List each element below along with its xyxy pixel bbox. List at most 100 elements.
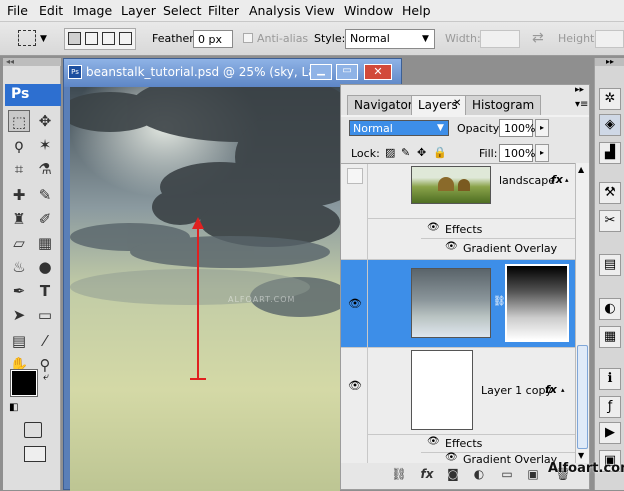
lock-transparency-icon[interactable]: ▨ [385, 146, 395, 159]
tab-histogram[interactable]: Histogram [465, 95, 542, 115]
menu-filter[interactable]: Filter [208, 3, 239, 18]
visibility-toggle-empty[interactable] [347, 168, 363, 184]
fx-icon[interactable]: fx [551, 173, 563, 186]
chevron-down-icon[interactable]: ▼ [40, 34, 47, 44]
notes-tool-icon[interactable]: ▤ [8, 330, 30, 352]
subtract-selection-icon[interactable] [102, 32, 115, 45]
adjustment-layer-icon[interactable]: ◐ [469, 467, 489, 485]
magic-wand-tool-icon[interactable]: ✶ [34, 134, 56, 156]
tab-navigator[interactable]: Navigator [347, 95, 420, 115]
menu-layer[interactable]: Layer [121, 3, 156, 18]
layer-row-sky-selected[interactable]: 👁 ⛓ [341, 260, 575, 348]
layers-scrollbar[interactable]: ▲ ▼ [575, 163, 589, 463]
add-style-icon[interactable]: fx [417, 467, 437, 485]
width-input[interactable] [480, 30, 520, 48]
healing-brush-icon[interactable]: ✚ [8, 184, 30, 206]
layer-row-layer-1-copy[interactable]: 👁 Layer 1 copy fx ▴ 👁 Effects 👁 Gradient… [341, 348, 575, 463]
menu-image[interactable]: Image [73, 3, 112, 18]
fill-input[interactable]: 100% [499, 144, 535, 162]
histogram-panel-icon[interactable]: ▟ [599, 142, 621, 164]
menu-edit[interactable]: Edit [39, 3, 63, 18]
menu-file[interactable]: File [7, 3, 28, 18]
type-tool-icon[interactable]: T [34, 280, 56, 302]
navigator-panel-icon[interactable]: ✲ [599, 88, 621, 110]
fx-icon[interactable]: fx [545, 383, 557, 396]
brush-tool-icon[interactable]: ✎ [34, 184, 56, 206]
menu-help[interactable]: Help [402, 3, 431, 18]
intersect-selection-icon[interactable] [119, 32, 132, 45]
layer-mask-thumbnail[interactable] [505, 264, 569, 342]
eyedropper-icon[interactable]: ⁄ [34, 330, 56, 352]
panel-collapse-icon[interactable]: ▸▸ [575, 85, 584, 95]
default-colors-icon[interactable]: ◧ [9, 402, 18, 413]
layer-row-landscape[interactable]: landscape fx ▴ 👁 Effects 👁 Gradient Over… [341, 164, 575, 260]
history-brush-icon[interactable]: ✐ [34, 208, 56, 230]
dodge-tool-icon[interactable]: ● [34, 256, 56, 278]
quick-mask-icon[interactable] [24, 422, 42, 438]
new-layer-icon[interactable]: ▣ [523, 467, 543, 485]
scroll-down-icon[interactable]: ▼ [578, 451, 584, 460]
tab-close-icon[interactable]: ✕ [453, 98, 461, 109]
pen-tool-icon[interactable]: ✒ [8, 280, 30, 302]
swap-icon[interactable]: ⇄ [532, 30, 544, 46]
marquee-tool-preset-icon[interactable] [18, 30, 36, 46]
blend-mode-dropdown-icon[interactable]: ▼ [437, 123, 444, 133]
clone-stamp-icon[interactable]: ♜ [8, 208, 30, 230]
marquee-tool-icon[interactable]: ⬚ [8, 110, 30, 132]
opacity-slider-icon[interactable]: ▸ [535, 119, 549, 137]
menu-select[interactable]: Select [163, 3, 202, 18]
style-dropdown-icon[interactable]: ▼ [422, 34, 429, 44]
layers-panel-icon[interactable]: ◈ [599, 114, 621, 136]
document-canvas[interactable]: ALFOART.COM [70, 87, 340, 491]
layer-mask-link-icon[interactable]: ⛓ [493, 296, 506, 307]
foreground-color-swatch[interactable] [10, 369, 38, 397]
swap-colors-icon[interactable]: ⤶ [43, 370, 49, 384]
screen-mode-icon[interactable] [24, 446, 46, 462]
blur-tool-icon[interactable]: ♨ [8, 256, 30, 278]
new-selection-icon[interactable] [68, 32, 81, 45]
add-selection-icon[interactable] [85, 32, 98, 45]
scrollbar-thumb[interactable] [577, 345, 588, 449]
actions-play-icon[interactable]: ▶ [599, 422, 621, 444]
info-icon[interactable]: ℹ [599, 368, 621, 390]
toolbox-collapse-icon[interactable]: ◂◂ [3, 58, 61, 66]
eyedropper-tool-icon[interactable]: ⚗ [34, 158, 56, 180]
tool-presets-icon[interactable]: ⚒ [599, 182, 621, 204]
info-panel-icon[interactable]: ▤ [599, 254, 621, 276]
effects-eye-icon[interactable]: 👁 [427, 436, 440, 447]
feather-input[interactable]: 0 px [193, 30, 233, 48]
move-tool-icon[interactable]: ✥ [34, 110, 56, 132]
effects-eye-icon[interactable]: 👁 [427, 222, 440, 233]
lock-position-icon[interactable]: ✥ [417, 146, 426, 159]
scroll-up-icon[interactable]: ▲ [578, 165, 584, 174]
antialias-checkbox[interactable] [243, 33, 253, 43]
expand-effects-icon[interactable]: ▴ [561, 386, 565, 394]
expand-effects-icon[interactable]: ▴ [565, 176, 569, 184]
height-input[interactable] [595, 30, 624, 48]
path-select-icon[interactable]: ➤ [8, 304, 30, 326]
dock-expand-icon[interactable]: ▸▸ [595, 58, 624, 66]
gradient-overlay-eye-icon[interactable]: 👁 [445, 452, 458, 463]
lock-pixels-icon[interactable]: ✎ [401, 146, 410, 159]
lasso-tool-icon[interactable]: ϙ [8, 134, 30, 156]
close-button[interactable]: ✕ [364, 64, 392, 80]
blend-mode-select[interactable]: Normal [349, 120, 449, 136]
menu-analysis[interactable]: Analysis [249, 3, 301, 18]
crop-tool-icon[interactable]: ⌗ [8, 158, 30, 180]
panel-menu-icon[interactable]: ▾≡ [575, 99, 588, 110]
brushes-icon[interactable]: ✂ [599, 210, 621, 232]
add-mask-icon[interactable]: ◙ [443, 467, 463, 485]
shape-tool-icon[interactable]: ▭ [34, 304, 56, 326]
opacity-input[interactable]: 100% [499, 119, 535, 137]
minimize-button[interactable]: ▁ [310, 64, 332, 80]
swatches-icon[interactable]: ▦ [599, 326, 621, 348]
link-layers-icon[interactable]: ⛓ [389, 467, 409, 485]
visibility-eye-icon[interactable]: 👁 [347, 296, 363, 312]
maximize-button[interactable]: ▭ [336, 64, 358, 80]
lock-all-icon[interactable]: 🔒 [433, 146, 447, 159]
gradient-overlay-eye-icon[interactable]: 👁 [445, 241, 458, 252]
eraser-tool-icon[interactable]: ▱ [8, 232, 30, 254]
fill-slider-icon[interactable]: ▸ [535, 144, 549, 162]
menu-view[interactable]: View [305, 3, 335, 18]
color-panel-icon[interactable]: ◐ [599, 298, 621, 320]
